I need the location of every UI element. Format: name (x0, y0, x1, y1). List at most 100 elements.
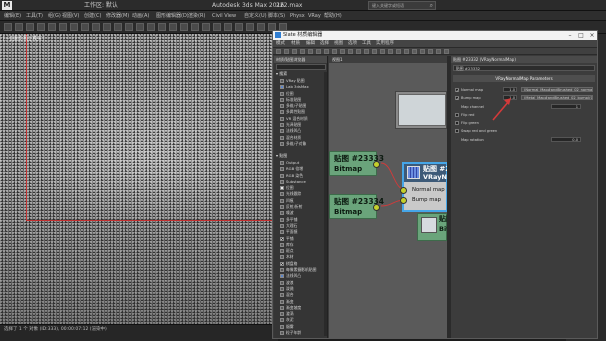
slate-menu-item[interactable]: 实用程序 (376, 40, 394, 48)
slate-tool-button[interactable] (444, 49, 449, 54)
toolbar-button[interactable] (59, 23, 67, 31)
slate-tool-button[interactable] (404, 49, 409, 54)
browser-scrollbar[interactable] (324, 72, 327, 336)
slate-tool-button[interactable] (372, 49, 377, 54)
toolbar-button[interactable] (246, 23, 254, 31)
toolbar-button[interactable] (191, 23, 199, 31)
toolbar-button[interactable] (136, 23, 144, 31)
browser-search-input[interactable] (276, 64, 326, 70)
slate-tool-button[interactable] (356, 49, 361, 54)
menu-item[interactable]: 帮助(H) (324, 12, 342, 20)
view-tab[interactable]: 视图1 (329, 56, 447, 63)
toolbar-button[interactable] (224, 23, 232, 31)
toolbar-button[interactable] (26, 23, 34, 31)
search-input[interactable]: 键入关键字或短语 ⌕ (368, 1, 436, 10)
menu-item[interactable]: 渲染(R) (188, 12, 205, 20)
menu-item[interactable]: Physx (290, 12, 305, 20)
slate-tool-button[interactable] (340, 49, 345, 54)
slate-tool-button[interactable] (396, 49, 401, 54)
param-amount-spinner[interactable]: 1.0 (503, 95, 517, 100)
toolbar-button[interactable] (70, 23, 78, 31)
toolbar-button[interactable] (147, 23, 155, 31)
toolbar-button[interactable] (169, 23, 177, 31)
toolbar-button[interactable] (4, 23, 12, 31)
bitmap-node-23333[interactable]: 贴图 #23333 Bitmap (329, 151, 384, 176)
workspace-label[interactable]: 工作区: 默认 (84, 1, 118, 10)
browser-list-item[interactable]: 多维/子对象 (279, 141, 326, 147)
slate-title-bar[interactable]: Slate 材质编辑器 – □ × (273, 31, 597, 40)
slate-tool-button[interactable] (292, 49, 297, 54)
slate-tool-button[interactable] (332, 49, 337, 54)
param-map-button[interactable]: (Metal_Map#andBrushed_02_bump)(0) (521, 95, 593, 100)
toolbar-button[interactable] (213, 23, 221, 31)
slate-tool-button[interactable] (316, 49, 321, 54)
browser-list-item[interactable]: 粒子年龄 (279, 330, 326, 336)
toolbar-button[interactable] (92, 23, 100, 31)
menu-item[interactable]: 工具(T) (26, 12, 43, 20)
slate-menu-item[interactable]: 编辑 (306, 40, 315, 48)
toolbar-button[interactable] (37, 23, 45, 31)
browser-group-maps[interactable]: ▾ 贴图 (276, 153, 287, 159)
toolbar-button[interactable] (235, 23, 243, 31)
slate-tool-button[interactable] (412, 49, 417, 54)
slate-tool-button[interactable] (308, 49, 313, 54)
material-node[interactable] (395, 91, 447, 129)
slate-tool-button[interactable] (276, 49, 281, 54)
output-socket[interactable] (373, 204, 380, 211)
param-map-button[interactable]: (Normal_Map#andBrushed_02_normal)(0) (521, 87, 593, 92)
toolbar-button[interactable] (103, 23, 111, 31)
toolbar-button[interactable] (180, 23, 188, 31)
slate-tool-button[interactable] (364, 49, 369, 54)
param-checkbox[interactable] (455, 113, 459, 117)
bitmap-node-23334[interactable]: 贴图 #23334 Bitmap (329, 194, 384, 219)
slate-menu-item[interactable]: 视图 (334, 40, 343, 48)
menu-item[interactable]: 视图(V) (62, 12, 79, 20)
menu-item[interactable]: 组(G) (48, 12, 61, 20)
browser-group-search[interactable]: ▾ 搜索 (276, 71, 287, 77)
map-name-field[interactable]: 贴图 #23332 (453, 65, 595, 71)
minimize-icon[interactable]: – (565, 31, 575, 40)
menu-item[interactable]: Civil View (212, 12, 236, 20)
toolbar-button[interactable] (15, 23, 23, 31)
toolbar-button[interactable] (125, 23, 133, 31)
slate-tool-button[interactable] (388, 49, 393, 54)
rollout-vraynormalmap[interactable]: VRayNormalMap Parameters (453, 75, 595, 82)
param-spinner[interactable]: 1 (551, 104, 581, 109)
bump-map-input[interactable]: Bump map (400, 196, 446, 205)
menu-item[interactable]: 修改器(M) (106, 12, 129, 20)
toolbar-button[interactable] (114, 23, 122, 31)
maximize-icon[interactable]: □ (576, 31, 586, 40)
param-checkbox[interactable]: ✓ (455, 88, 459, 93)
slate-menu-item[interactable]: 选择 (320, 40, 329, 48)
slate-menu-item[interactable]: 工具 (362, 40, 371, 48)
slate-tool-button[interactable] (284, 49, 289, 54)
menu-item[interactable]: 编辑(E) (4, 12, 21, 20)
node-view[interactable]: 视图1 贴图 #23333 Bitmap 贴图 #23334 Bitmap 贴图… (329, 56, 447, 338)
param-checkbox[interactable] (455, 121, 459, 125)
slate-menu-item[interactable]: 模式 (276, 40, 285, 48)
menu-item[interactable]: 图形编辑器(D) (156, 12, 189, 20)
output-socket[interactable] (373, 161, 380, 168)
slate-menu-item[interactable]: 选项 (348, 40, 357, 48)
normal-map-input[interactable]: Normal map (400, 186, 446, 195)
menu-item[interactable]: 动画(A) (132, 12, 149, 20)
toolbar-button[interactable] (202, 23, 210, 31)
viewport-label[interactable]: [+][摄影机][真实] (3, 36, 44, 43)
slate-tool-button[interactable] (300, 49, 305, 54)
menu-item[interactable]: 脚本(S) (268, 12, 285, 20)
menu-item[interactable]: VRay (308, 12, 321, 20)
param-checkbox[interactable] (455, 129, 459, 133)
param-checkbox[interactable]: ✓ (455, 96, 459, 101)
toolbar-button[interactable] (158, 23, 166, 31)
param-amount-spinner[interactable]: 1.0 (503, 87, 517, 92)
input-socket[interactable] (400, 197, 407, 204)
slate-menu-item[interactable]: 材质 (291, 40, 300, 48)
camera-viewport[interactable]: [+][摄影机][真实] (0, 34, 278, 324)
input-socket[interactable] (400, 187, 407, 194)
param-spinner[interactable]: 0.0 (551, 137, 581, 142)
slate-tool-button[interactable] (428, 49, 433, 54)
slate-tool-button[interactable] (436, 49, 441, 54)
slate-tool-button[interactable] (420, 49, 425, 54)
vray-normal-map-node[interactable]: 贴图 #2 VRayNormalMap Normal map Bump map (400, 163, 447, 211)
close-icon[interactable]: × (587, 31, 597, 40)
